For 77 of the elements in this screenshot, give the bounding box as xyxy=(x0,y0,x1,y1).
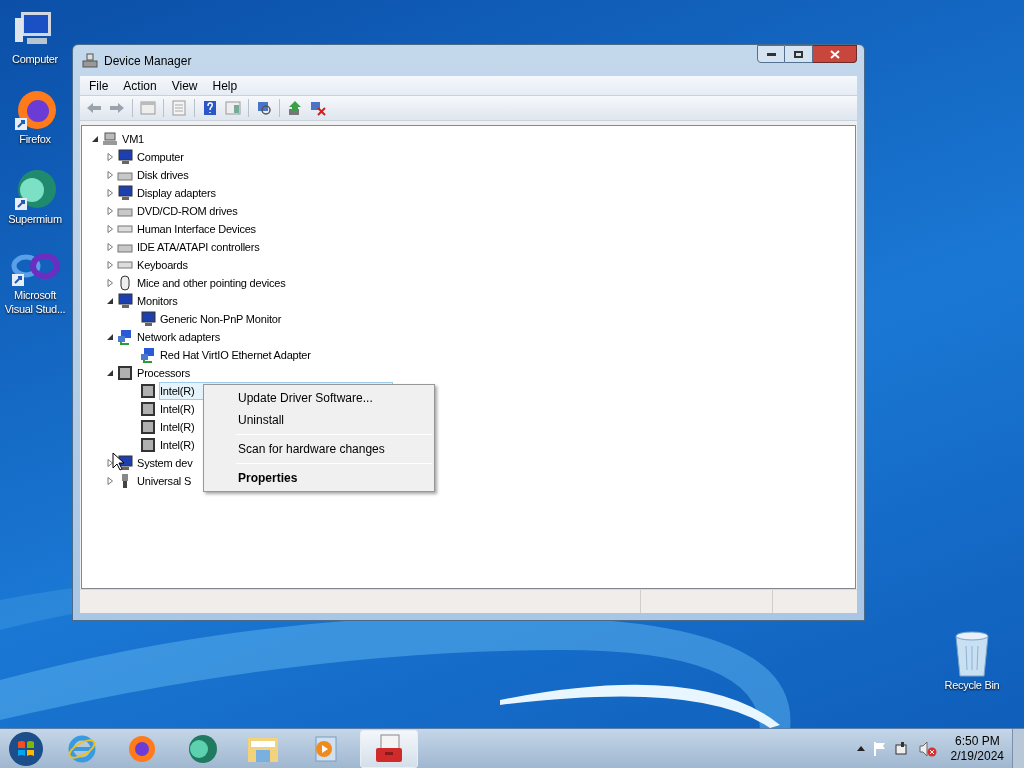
close-icon xyxy=(829,49,840,59)
chip-icon xyxy=(140,383,156,399)
minimize-icon xyxy=(766,52,776,56)
desktop-icon-label[interactable]: Firefox xyxy=(19,132,51,146)
tree-item[interactable]: Intel(R) xyxy=(159,400,196,418)
close-button[interactable] xyxy=(813,45,857,63)
tree-item[interactable]: Computer xyxy=(136,148,185,166)
recycle-bin-icon xyxy=(952,630,992,678)
network-icon xyxy=(140,347,156,363)
globe-icon xyxy=(13,168,57,212)
tree-item[interactable]: System dev xyxy=(136,454,194,472)
clock-date[interactable]: 2/19/2024 xyxy=(950,748,1004,764)
tree-item[interactable]: Network adapters xyxy=(136,328,221,346)
fox-globe-icon xyxy=(13,88,57,132)
tree-item[interactable]: Human Interface Devices xyxy=(136,220,257,238)
collapse-arrow-icon[interactable] xyxy=(105,368,114,378)
desktop-icon-label[interactable]: Computer xyxy=(12,52,58,66)
desktop-icon-label[interactable]: Recycle Bin xyxy=(944,678,1000,692)
maximize-button[interactable] xyxy=(785,45,813,63)
expand-arrow-icon[interactable] xyxy=(105,152,114,162)
menu-bar-item[interactable]: Help xyxy=(205,76,245,95)
expand-arrow-icon[interactable] xyxy=(105,260,114,270)
tree-item[interactable]: Keyboards xyxy=(136,256,189,274)
tree-item[interactable]: Mice and other pointing devices xyxy=(136,274,287,292)
tree-item[interactable]: Monitors xyxy=(136,292,179,310)
minimize-button[interactable] xyxy=(757,45,785,63)
monitor-icon xyxy=(117,185,133,201)
menu-bar-item[interactable]: File xyxy=(82,76,116,95)
clock-time[interactable]: 6:50 PM xyxy=(954,733,1000,749)
tree-item[interactable]: DVD/CD-ROM drives xyxy=(136,202,239,220)
mouse-cursor-icon xyxy=(112,452,125,471)
menu-item[interactable]: Scan for hardware changes xyxy=(206,438,432,460)
expand-arrow-icon[interactable] xyxy=(105,242,114,252)
menu-bar-item[interactable]: Action xyxy=(116,76,164,95)
collapse-arrow-icon[interactable] xyxy=(90,134,99,144)
tree-item[interactable]: Disk drives xyxy=(136,166,190,184)
expand-arrow-icon[interactable] xyxy=(105,206,114,216)
menu-item[interactable]: Uninstall xyxy=(206,409,432,431)
monitor-icon xyxy=(140,311,156,327)
desktop-icon-label[interactable]: Supermium xyxy=(8,212,62,226)
monitor-icon xyxy=(117,149,133,165)
menu-item[interactable]: Properties xyxy=(206,467,432,489)
tree-item[interactable]: Processors xyxy=(136,364,192,382)
tree-item[interactable]: Display adapters xyxy=(136,184,217,202)
monitor-icon xyxy=(117,293,133,309)
chip-icon xyxy=(140,419,156,435)
monitor-icon xyxy=(117,455,133,471)
caret-up-icon[interactable] xyxy=(856,746,865,751)
chip-icon xyxy=(117,365,133,381)
expand-arrow-icon[interactable] xyxy=(105,458,114,468)
expand-arrow-icon[interactable] xyxy=(105,278,114,288)
tree-item[interactable]: Red Hat VirtIO Ethernet Adapter xyxy=(159,346,312,364)
computer-icon xyxy=(102,131,118,147)
tree-item[interactable]: VM1 xyxy=(121,130,146,148)
chip-icon xyxy=(140,401,156,417)
tree-item[interactable]: Intel(R) xyxy=(159,436,196,454)
toolbox-icon[interactable] xyxy=(360,729,418,768)
muted-speaker-icon[interactable] xyxy=(918,740,937,757)
expand-arrow-icon[interactable] xyxy=(105,224,114,234)
device-manager-icon xyxy=(82,52,98,69)
mouse-icon xyxy=(117,275,133,291)
expand-arrow-icon[interactable] xyxy=(105,476,114,486)
maximize-icon xyxy=(794,50,803,58)
expand-arrow-icon[interactable] xyxy=(105,170,114,180)
menu-item[interactable]: Update Driver Software... xyxy=(206,387,432,409)
menu-bar-item[interactable]: View xyxy=(164,76,205,95)
desktop-icon-label[interactable]: Microsoft Visual Stud... xyxy=(0,288,70,316)
tree-item[interactable]: Universal S xyxy=(136,472,193,490)
expand-arrow-icon[interactable] xyxy=(105,188,114,198)
window-title: Device Manager xyxy=(104,52,192,70)
collapse-arrow-icon[interactable] xyxy=(105,296,114,306)
chip-icon xyxy=(140,437,156,453)
tree-item[interactable]: Generic Non-PnP Monitor xyxy=(159,310,283,328)
network-icon xyxy=(117,329,133,345)
collapse-arrow-icon[interactable] xyxy=(105,332,114,342)
tree-item[interactable]: Intel(R) xyxy=(159,418,196,436)
tree-item[interactable]: IDE ATA/ATAPI controllers xyxy=(136,238,261,256)
